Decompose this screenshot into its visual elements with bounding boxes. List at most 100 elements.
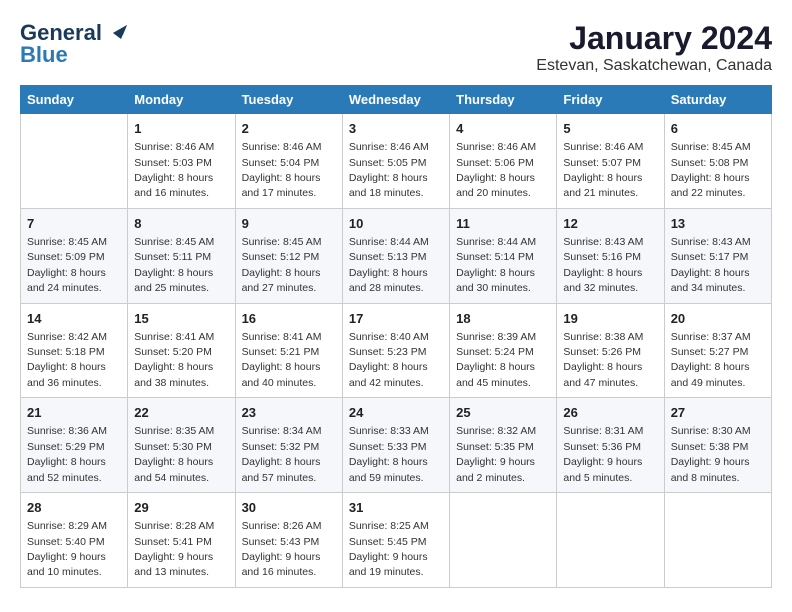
calendar-week-row: 14 Sunrise: 8:42 AMSunset: 5:18 PMDaylig… [21, 303, 772, 398]
day-detail: Sunrise: 8:45 AMSunset: 5:09 PMDaylight:… [27, 236, 107, 294]
day-detail: Sunrise: 8:43 AMSunset: 5:17 PMDaylight:… [671, 236, 751, 294]
calendar-week-row: 28 Sunrise: 8:29 AMSunset: 5:40 PMDaylig… [21, 493, 772, 588]
calendar-day-cell: 23 Sunrise: 8:34 AMSunset: 5:32 PMDaylig… [235, 398, 342, 493]
day-number: 26 [563, 404, 657, 422]
calendar-day-cell: 13 Sunrise: 8:43 AMSunset: 5:17 PMDaylig… [664, 208, 771, 303]
day-detail: Sunrise: 8:35 AMSunset: 5:30 PMDaylight:… [134, 425, 214, 483]
calendar-day-cell [21, 114, 128, 209]
day-number: 23 [242, 404, 336, 422]
calendar-day-cell: 15 Sunrise: 8:41 AMSunset: 5:20 PMDaylig… [128, 303, 235, 398]
day-detail: Sunrise: 8:41 AMSunset: 5:20 PMDaylight:… [134, 331, 214, 389]
calendar-day-cell: 11 Sunrise: 8:44 AMSunset: 5:14 PMDaylig… [450, 208, 557, 303]
weekday-header-cell: Tuesday [235, 86, 342, 114]
day-detail: Sunrise: 8:32 AMSunset: 5:35 PMDaylight:… [456, 425, 536, 483]
calendar-day-cell: 25 Sunrise: 8:32 AMSunset: 5:35 PMDaylig… [450, 398, 557, 493]
logo-text-blue: Blue [20, 42, 68, 68]
day-number: 10 [349, 215, 443, 233]
page-header: General Blue January 2024 Estevan, Saska… [20, 20, 772, 75]
calendar-day-cell [557, 493, 664, 588]
calendar-week-row: 21 Sunrise: 8:36 AMSunset: 5:29 PMDaylig… [21, 398, 772, 493]
calendar-day-cell: 18 Sunrise: 8:39 AMSunset: 5:24 PMDaylig… [450, 303, 557, 398]
day-detail: Sunrise: 8:31 AMSunset: 5:36 PMDaylight:… [563, 425, 643, 483]
calendar-day-cell: 14 Sunrise: 8:42 AMSunset: 5:18 PMDaylig… [21, 303, 128, 398]
day-number: 16 [242, 310, 336, 328]
calendar-day-cell: 16 Sunrise: 8:41 AMSunset: 5:21 PMDaylig… [235, 303, 342, 398]
day-number: 13 [671, 215, 765, 233]
day-number: 20 [671, 310, 765, 328]
calendar-day-cell: 5 Sunrise: 8:46 AMSunset: 5:07 PMDayligh… [557, 114, 664, 209]
day-number: 24 [349, 404, 443, 422]
day-number: 7 [27, 215, 121, 233]
day-detail: Sunrise: 8:45 AMSunset: 5:08 PMDaylight:… [671, 141, 751, 199]
day-number: 29 [134, 499, 228, 517]
day-detail: Sunrise: 8:26 AMSunset: 5:43 PMDaylight:… [242, 520, 322, 578]
calendar-day-cell [450, 493, 557, 588]
calendar-day-cell: 21 Sunrise: 8:36 AMSunset: 5:29 PMDaylig… [21, 398, 128, 493]
weekday-header-cell: Wednesday [342, 86, 449, 114]
day-detail: Sunrise: 8:46 AMSunset: 5:06 PMDaylight:… [456, 141, 536, 199]
day-detail: Sunrise: 8:25 AMSunset: 5:45 PMDaylight:… [349, 520, 429, 578]
day-number: 4 [456, 120, 550, 138]
day-detail: Sunrise: 8:28 AMSunset: 5:41 PMDaylight:… [134, 520, 214, 578]
calendar-day-cell: 26 Sunrise: 8:31 AMSunset: 5:36 PMDaylig… [557, 398, 664, 493]
day-number: 18 [456, 310, 550, 328]
day-number: 1 [134, 120, 228, 138]
calendar-day-cell [664, 493, 771, 588]
calendar-day-cell: 19 Sunrise: 8:38 AMSunset: 5:26 PMDaylig… [557, 303, 664, 398]
day-number: 3 [349, 120, 443, 138]
day-number: 2 [242, 120, 336, 138]
day-number: 14 [27, 310, 121, 328]
day-number: 19 [563, 310, 657, 328]
calendar-day-cell: 4 Sunrise: 8:46 AMSunset: 5:06 PMDayligh… [450, 114, 557, 209]
day-detail: Sunrise: 8:44 AMSunset: 5:14 PMDaylight:… [456, 236, 536, 294]
calendar-table: SundayMondayTuesdayWednesdayThursdayFrid… [20, 85, 772, 588]
calendar-week-row: 7 Sunrise: 8:45 AMSunset: 5:09 PMDayligh… [21, 208, 772, 303]
calendar-day-cell: 8 Sunrise: 8:45 AMSunset: 5:11 PMDayligh… [128, 208, 235, 303]
day-detail: Sunrise: 8:45 AMSunset: 5:12 PMDaylight:… [242, 236, 322, 294]
day-detail: Sunrise: 8:46 AMSunset: 5:05 PMDaylight:… [349, 141, 429, 199]
calendar-week-row: 1 Sunrise: 8:46 AMSunset: 5:03 PMDayligh… [21, 114, 772, 209]
logo: General Blue [20, 20, 127, 68]
calendar-day-cell: 30 Sunrise: 8:26 AMSunset: 5:43 PMDaylig… [235, 493, 342, 588]
day-number: 5 [563, 120, 657, 138]
day-detail: Sunrise: 8:39 AMSunset: 5:24 PMDaylight:… [456, 331, 536, 389]
day-number: 11 [456, 215, 550, 233]
calendar-day-cell: 22 Sunrise: 8:35 AMSunset: 5:30 PMDaylig… [128, 398, 235, 493]
day-number: 22 [134, 404, 228, 422]
day-detail: Sunrise: 8:30 AMSunset: 5:38 PMDaylight:… [671, 425, 751, 483]
month-title: January 2024 [536, 20, 772, 57]
day-number: 12 [563, 215, 657, 233]
weekday-header-cell: Thursday [450, 86, 557, 114]
day-detail: Sunrise: 8:42 AMSunset: 5:18 PMDaylight:… [27, 331, 107, 389]
calendar-day-cell: 24 Sunrise: 8:33 AMSunset: 5:33 PMDaylig… [342, 398, 449, 493]
day-number: 28 [27, 499, 121, 517]
day-detail: Sunrise: 8:44 AMSunset: 5:13 PMDaylight:… [349, 236, 429, 294]
calendar-day-cell: 27 Sunrise: 8:30 AMSunset: 5:38 PMDaylig… [664, 398, 771, 493]
day-detail: Sunrise: 8:41 AMSunset: 5:21 PMDaylight:… [242, 331, 322, 389]
calendar-body: 1 Sunrise: 8:46 AMSunset: 5:03 PMDayligh… [21, 114, 772, 588]
calendar-day-cell: 9 Sunrise: 8:45 AMSunset: 5:12 PMDayligh… [235, 208, 342, 303]
day-number: 8 [134, 215, 228, 233]
calendar-day-cell: 2 Sunrise: 8:46 AMSunset: 5:04 PMDayligh… [235, 114, 342, 209]
calendar-day-cell: 3 Sunrise: 8:46 AMSunset: 5:05 PMDayligh… [342, 114, 449, 209]
logo-bird-icon [105, 25, 127, 41]
calendar-day-cell: 28 Sunrise: 8:29 AMSunset: 5:40 PMDaylig… [21, 493, 128, 588]
day-detail: Sunrise: 8:37 AMSunset: 5:27 PMDaylight:… [671, 331, 751, 389]
calendar-day-cell: 29 Sunrise: 8:28 AMSunset: 5:41 PMDaylig… [128, 493, 235, 588]
day-number: 27 [671, 404, 765, 422]
day-number: 15 [134, 310, 228, 328]
title-block: January 2024 Estevan, Saskatchewan, Cana… [536, 20, 772, 75]
day-detail: Sunrise: 8:43 AMSunset: 5:16 PMDaylight:… [563, 236, 643, 294]
day-detail: Sunrise: 8:46 AMSunset: 5:04 PMDaylight:… [242, 141, 322, 199]
day-detail: Sunrise: 8:29 AMSunset: 5:40 PMDaylight:… [27, 520, 107, 578]
day-detail: Sunrise: 8:33 AMSunset: 5:33 PMDaylight:… [349, 425, 429, 483]
day-number: 9 [242, 215, 336, 233]
day-detail: Sunrise: 8:46 AMSunset: 5:07 PMDaylight:… [563, 141, 643, 199]
day-detail: Sunrise: 8:34 AMSunset: 5:32 PMDaylight:… [242, 425, 322, 483]
day-detail: Sunrise: 8:46 AMSunset: 5:03 PMDaylight:… [134, 141, 214, 199]
day-number: 25 [456, 404, 550, 422]
calendar-day-cell: 10 Sunrise: 8:44 AMSunset: 5:13 PMDaylig… [342, 208, 449, 303]
weekday-header-cell: Saturday [664, 86, 771, 114]
calendar-day-cell: 6 Sunrise: 8:45 AMSunset: 5:08 PMDayligh… [664, 114, 771, 209]
weekday-header-cell: Monday [128, 86, 235, 114]
